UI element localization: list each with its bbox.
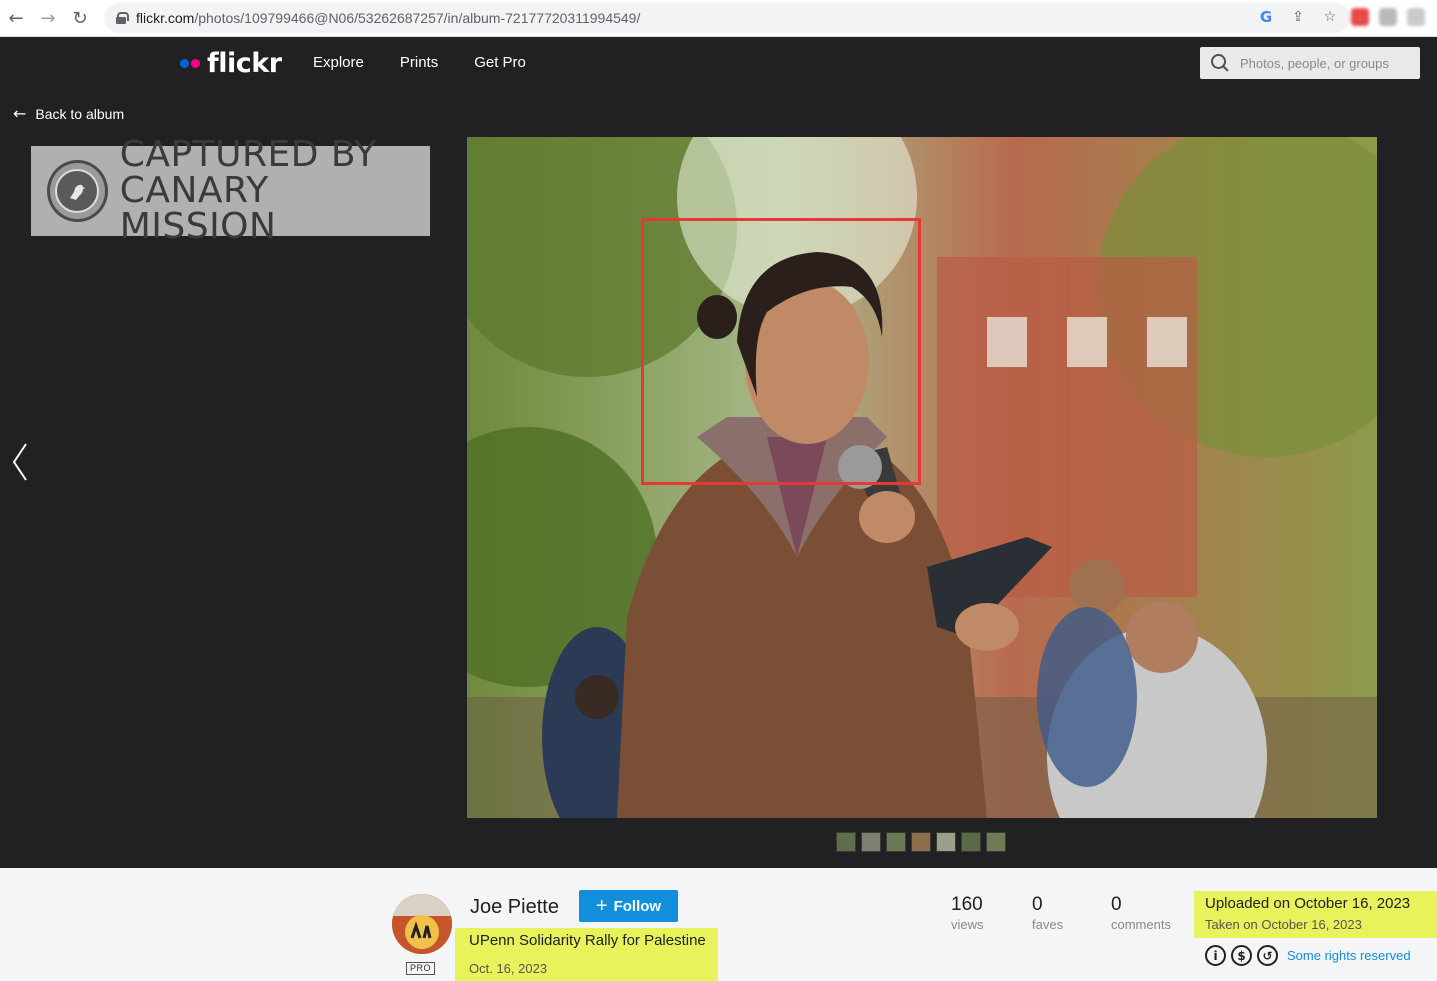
follow-label: Follow [613,897,662,915]
canary-bird-logo-icon [47,160,108,222]
lock-icon [116,12,129,24]
stat-label: comments [1111,917,1171,932]
album-thumbnail[interactable] [986,832,1006,852]
logo-text: flickr [207,48,282,79]
uploaded-date: Uploaded on October 16, 2023 [1205,895,1411,912]
canary-mission-watermark: CAPTURED BY CANARY MISSION [31,137,430,245]
cc-noncommercial-icon: $ [1231,945,1252,966]
back-to-album-link[interactable]: ← Back to album [13,104,124,123]
url-domain: flickr.com [136,10,195,26]
search-icon[interactable] [1210,53,1230,73]
forward-arrow-icon[interactable]: → [35,5,61,31]
album-thumbnail[interactable] [836,832,856,852]
stat-comments: 0 comments [1111,894,1171,932]
main-photo[interactable] [467,137,1377,818]
owner-name[interactable]: Joe Piette [470,896,559,919]
star-icon[interactable]: ☆ [1320,7,1340,27]
logo-dot-pink [191,59,200,68]
album-thumbnail[interactable] [861,832,881,852]
follow-button[interactable]: + Follow [579,890,678,922]
nav-explore[interactable]: Explore [313,54,364,71]
rights-link[interactable]: Some rights reserved [1287,948,1411,963]
watermark-line: CANARY MISSION [119,170,277,247]
photo-date: Oct. 16, 2023 [469,961,548,976]
site-header: flickr Explore Prints Get Pro [0,38,1437,87]
watermark-line: CAPTURED BY [119,134,377,175]
back-arrow-icon[interactable]: ← [3,5,29,31]
nav-get-pro[interactable]: Get Pro [474,54,526,71]
flickr-logo[interactable]: flickr [180,48,282,79]
pro-badge: PRO [406,962,436,975]
taken-date: Taken on October 16, 2023 [1205,917,1362,932]
back-to-album-label: Back to album [35,105,125,122]
album-thumbnail[interactable] [911,832,931,852]
address-bar[interactable]: flickr.com/photos/109799466@N06/53262687… [104,3,1350,33]
license-info[interactable]: i $ ↺ Some rights reserved [1205,945,1411,966]
extension-icon[interactable] [1407,8,1425,26]
stat-value: 0 [1032,894,1043,915]
extension-icon[interactable] [1379,8,1397,26]
previous-photo-chevron-icon[interactable] [8,440,38,484]
stat-faves: 0 faves [1032,894,1063,932]
owner-avatar[interactable] [392,894,452,954]
stat-label: views [951,917,984,932]
logo-dot-blue [180,59,189,68]
stat-label: faves [1032,917,1064,932]
search-box[interactable] [1200,47,1420,79]
stat-value: 0 [1111,894,1122,915]
main-nav: Explore Prints Get Pro [313,54,526,71]
album-thumbnail-strip [836,832,1006,852]
browser-toolbar: ← → ↻ flickr.com/photos/109799466@N06/53… [0,0,1437,37]
search-input[interactable] [1240,55,1410,71]
reload-icon[interactable]: ↻ [67,5,93,31]
cc-sharealike-icon: ↺ [1257,945,1278,966]
cc-attribution-icon: i [1205,945,1226,966]
url-path: /photos/109799466@N06/53262687257/in/alb… [194,10,641,26]
face-detection-box [641,218,921,485]
album-thumbnail[interactable] [936,832,956,852]
album-thumbnail[interactable] [961,832,981,852]
album-thumbnail[interactable] [886,832,906,852]
stat-views: 160 views [951,894,984,932]
google-icon[interactable]: G [1256,7,1276,27]
extension-icon[interactable] [1351,8,1369,26]
photo-title: UPenn Solidarity Rally for Palestine [469,932,706,949]
share-icon[interactable]: ⇪ [1288,7,1308,27]
arrow-left-icon: ← [13,104,27,123]
plus-icon: + [595,894,608,917]
stat-value: 160 [951,894,983,915]
nav-prints[interactable]: Prints [400,54,438,71]
